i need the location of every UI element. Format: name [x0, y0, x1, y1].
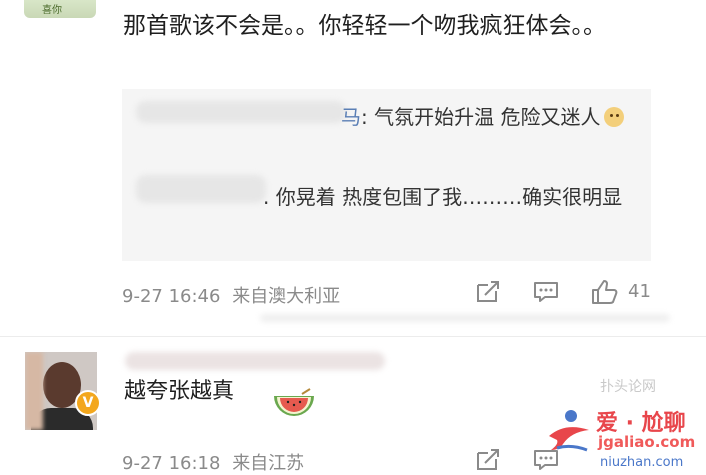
blurred-username	[125, 352, 385, 370]
share-icon[interactable]	[474, 279, 502, 305]
comment-separator	[0, 336, 706, 337]
blurred-divider-content	[260, 314, 670, 322]
comment-text: 那首歌该不会是。。你轻轻一个吻我疯狂体会。。	[123, 13, 606, 39]
location-text: 来自澳大利亚	[232, 286, 341, 307]
reply-1-user-suffix: 马	[341, 105, 361, 129]
watermark-domain: jgaliao.com	[598, 433, 696, 451]
comment-text: 越夸张越真	[124, 379, 235, 404]
thumbs-up-icon	[592, 280, 618, 304]
reply-1-text: 气氛开始升温 危险又迷人	[374, 105, 601, 129]
reply-1: 马: 气氛开始升温 危险又迷人	[143, 99, 633, 135]
watermark-subdomain: niuzhan.com	[600, 455, 684, 470]
avatar-label: 喜你	[42, 5, 62, 16]
like-button[interactable]: 41	[590, 278, 670, 306]
doge-emoji-icon	[604, 107, 625, 127]
avatar[interactable]: 喜你	[24, 0, 96, 18]
timestamp-value: 9-27 16:18	[122, 453, 221, 474]
share-icon[interactable]	[474, 447, 502, 473]
avatar-blur-edge	[25, 352, 43, 430]
reply-2: . 你晃着 热度包围了我………确实很明显	[143, 179, 633, 215]
like-count: 41	[628, 281, 651, 302]
reply-quote-box[interactable]: 马: 气氛开始升温 危险又迷人 . 你晃着 热度包围了我………确实很明显	[122, 89, 651, 261]
comment-timestamp: 9-27 16:18 来自江苏	[122, 449, 304, 475]
watermark-logo-icon	[549, 410, 589, 452]
comment-timestamp: 9-27 16:46 来自澳大利亚	[122, 282, 340, 308]
reply-2-text: . 你晃着 热度包围了我………确实很明显	[263, 185, 623, 209]
timestamp-value: 9-27 16:46	[122, 286, 221, 307]
comment-icon[interactable]	[532, 280, 560, 304]
location-text: 来自江苏	[232, 453, 305, 474]
faded-watermark-text: 扑头论网	[600, 379, 656, 395]
verified-badge: V	[75, 390, 101, 416]
watermelon-emoji-icon	[274, 388, 314, 416]
